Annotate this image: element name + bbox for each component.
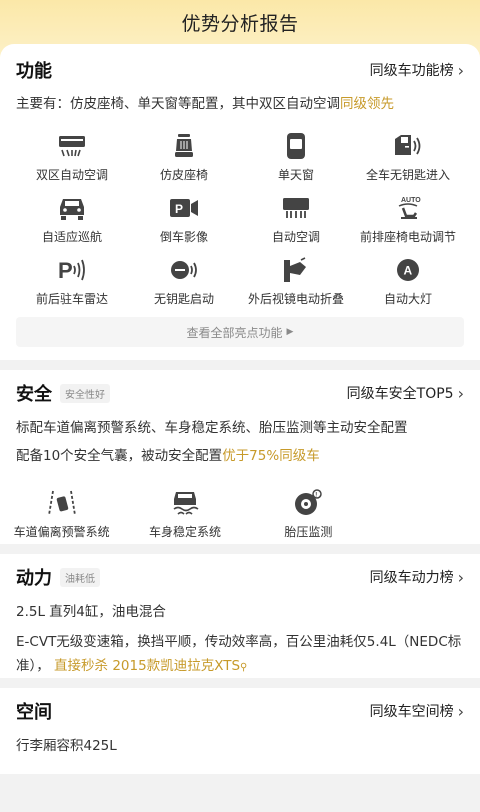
adaptive-cruise-icon: [57, 193, 87, 223]
feature-auto-ac[interactable]: 自动空调: [240, 187, 352, 249]
space-title: 空间: [16, 702, 52, 723]
feature-label: 车身稳定系统: [148, 525, 221, 539]
page-header: 优势分析报告: [0, 0, 480, 44]
chevron-right-icon: ›: [457, 701, 464, 721]
safety-feature-grid: 车道偏离预警系统 车身稳定系统 ! 胎压监测: [0, 482, 370, 544]
keyless-entry-icon: [393, 131, 423, 161]
feature-label: 单天窗: [277, 168, 314, 182]
view-all-features-button[interactable]: 查看全部亮点功能 ▶: [16, 317, 464, 347]
chevron-right-icon: ›: [457, 567, 464, 587]
stability-control-icon: [170, 488, 200, 518]
power-tag: 油耗低: [60, 567, 100, 587]
svg-text:P: P: [175, 202, 183, 216]
power-rank-label: 同级车动力榜: [369, 570, 454, 586]
power-card: 动力 油耗低 同级车动力榜 › 2.5L 直列4缸，油电混合 E-CVT无级变速…: [0, 554, 480, 678]
leather-seat-icon: [169, 131, 199, 161]
function-feature-grid: 双区自动空调 仿皮座椅 单天窗 全车无钥匙进入 自适应巡航 P 倒车影像 自动空…: [16, 125, 464, 311]
power-title: 动力: [16, 568, 52, 589]
function-desc: 主要有：仿皮座椅、单天窗等配置，其中双区自动空调同级领先: [16, 92, 464, 116]
feature-label: 前排座椅电动调节: [359, 230, 456, 244]
power-transmission-line2: 准）， 直接秒杀 2015款凯迪拉克XTS⚲: [16, 654, 464, 680]
function-card: 功能 同级车功能榜 › 主要有：仿皮座椅、单天窗等配置，其中双区自动空调同级领先…: [0, 44, 480, 360]
view-all-features-label: 查看全部亮点功能: [186, 325, 283, 340]
space-rank-label: 同级车空间榜: [369, 704, 454, 720]
svg-text:P: P: [58, 258, 73, 283]
feature-label: 倒车影像: [159, 230, 208, 244]
feature-label: 全车无钥匙进入: [365, 168, 450, 182]
auto-ac-icon: [281, 193, 311, 223]
page-title: 优势分析报告: [181, 12, 299, 35]
svg-text:!: !: [316, 493, 318, 499]
competitor-link[interactable]: 直接秒杀 2015款凯迪拉克XTS⚲: [54, 658, 247, 674]
safety-desc-2-highlight: 优于75%同级车: [222, 448, 320, 464]
feature-lane-departure[interactable]: 车道偏离预警系统: [0, 482, 123, 544]
safety-card: 安全 安全性好 同级车安全TOP5 › 标配车道偏离预警系统、车身稳定系统、胎压…: [0, 370, 480, 544]
feature-label: 前后驻车雷达: [35, 292, 108, 306]
function-rank-link[interactable]: 同级车功能榜 ›: [370, 60, 464, 80]
feature-reverse-camera[interactable]: P 倒车影像: [128, 187, 240, 249]
section-divider: [0, 678, 480, 688]
lane-departure-icon: [47, 488, 77, 518]
reverse-camera-icon: P: [169, 193, 199, 223]
auto-headlight-icon: A: [393, 255, 423, 285]
feature-label: 自动大灯: [383, 292, 432, 306]
mirror-fold-icon: [281, 255, 311, 285]
chevron-right-icon: ›: [457, 383, 464, 403]
sunroof-icon: [281, 131, 311, 161]
feature-label: 自适应巡航: [41, 230, 102, 244]
feature-keyless-entry[interactable]: 全车无钥匙进入: [352, 125, 464, 187]
safety-rank-label: 同级车安全TOP5: [346, 386, 454, 402]
svg-text:AUTO: AUTO: [401, 197, 421, 204]
feature-keyless-start[interactable]: 无钥匙启动: [128, 249, 240, 311]
function-desc-highlight: 同级领先: [340, 96, 394, 112]
feature-leather-seat[interactable]: 仿皮座椅: [128, 125, 240, 187]
triangle-right-icon: ▶: [286, 327, 294, 337]
space-desc: 行李厢容积425L: [16, 738, 117, 754]
feature-label: 车道偏离预警系统: [13, 525, 110, 539]
feature-mirror-fold[interactable]: 外后视镜电动折叠: [240, 249, 352, 311]
feature-auto-headlight[interactable]: A 自动大灯: [352, 249, 464, 311]
safety-tag: 安全性好: [60, 383, 110, 403]
safety-desc-2: 配备10个安全气囊，被动安全配置优于75%同级车: [16, 444, 464, 468]
function-rank-label: 同级车功能榜: [369, 63, 454, 79]
feature-label: 双区自动空调: [35, 168, 108, 182]
feature-dual-zone-ac[interactable]: 双区自动空调: [16, 125, 128, 187]
function-desc-text: 主要有：仿皮座椅、单天窗等配置，其中双区自动空调: [16, 96, 340, 112]
search-icon: ⚲: [240, 662, 248, 673]
feature-label: 仿皮座椅: [159, 168, 208, 182]
feature-stability-control[interactable]: 车身稳定系统: [123, 482, 246, 544]
feature-label: 胎压监测: [284, 525, 333, 539]
feature-label: 无钥匙启动: [153, 292, 214, 306]
section-divider: [0, 544, 480, 554]
keyless-start-icon: [169, 255, 199, 285]
feature-parking-radar[interactable]: P 前后驻车雷达: [16, 249, 128, 311]
feature-adaptive-cruise[interactable]: 自适应巡航: [16, 187, 128, 249]
power-engine: 2.5L 直列4缸，油电混合: [16, 604, 166, 620]
dual-zone-ac-icon: [57, 131, 87, 161]
space-card: 空间 同级车空间榜 › 行李厢容积425L: [0, 688, 480, 774]
power-rank-link[interactable]: 同级车动力榜 ›: [370, 567, 464, 587]
chevron-right-icon: ›: [457, 60, 464, 80]
tire-pressure-icon: !: [293, 488, 323, 518]
space-rank-link[interactable]: 同级车空间榜 ›: [370, 701, 464, 721]
feature-label: 自动空调: [271, 230, 320, 244]
safety-desc-1: 标配车道偏离预警系统、车身稳定系统、胎压监测等主动安全配置: [16, 420, 408, 436]
parking-radar-icon: P: [57, 255, 87, 285]
power-transmission-line1: E-CVT无级变速箱，换挡平顺，传动效率高，百公里油耗仅5.4L（NEDC标: [16, 634, 462, 650]
feature-sunroof[interactable]: 单天窗: [240, 125, 352, 187]
function-title: 功能: [16, 61, 52, 82]
feature-label: 外后视镜电动折叠: [247, 292, 344, 306]
section-divider: [0, 360, 480, 370]
power-seat-icon: AUTO: [393, 193, 423, 223]
feature-power-seat[interactable]: AUTO 前排座椅电动调节: [352, 187, 464, 249]
safety-rank-link[interactable]: 同级车安全TOP5 ›: [347, 383, 464, 403]
svg-text:A: A: [404, 264, 413, 278]
competitor-link-label: 直接秒杀 2015款凯迪拉克XTS: [54, 658, 241, 674]
power-transmission-text: 准），: [16, 658, 50, 674]
safety-title: 安全: [16, 384, 52, 405]
safety-desc-2-text: 配备10个安全气囊，被动安全配置: [16, 448, 223, 464]
feature-tire-pressure[interactable]: ! 胎压监测: [247, 482, 370, 544]
